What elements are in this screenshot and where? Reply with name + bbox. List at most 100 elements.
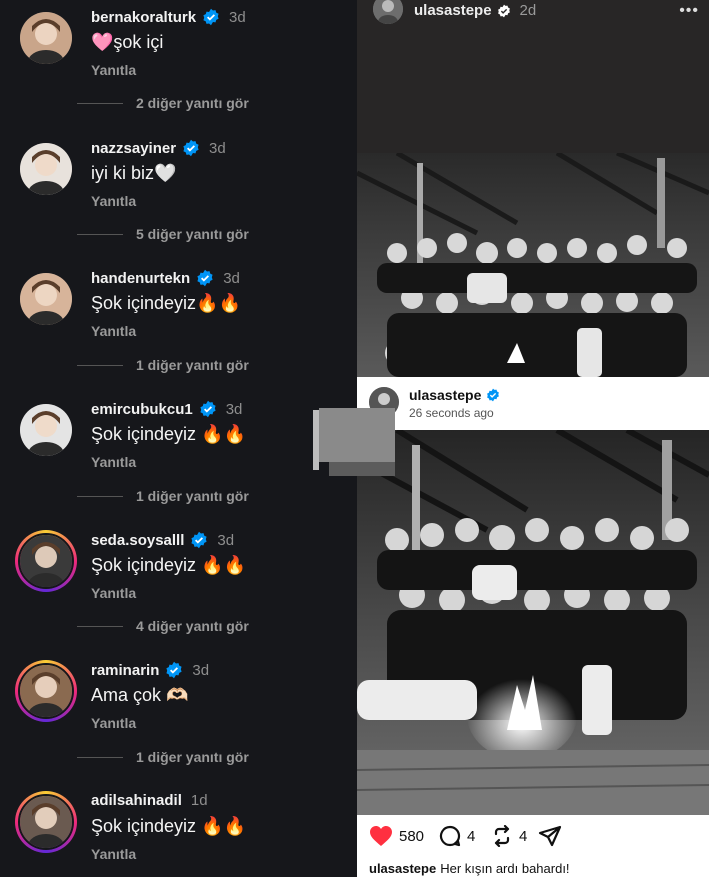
comment-icon xyxy=(439,825,461,847)
comments-panel: bernakoralturk 3d 🩷şok içi Yanıtla 2 diğer y… xyxy=(0,0,357,877)
view-more-replies-label[interactable]: 1 diğer yanıtı gör xyxy=(136,488,249,504)
view-more-replies[interactable]: 4 diğer yanıtı gör xyxy=(0,616,357,636)
verified-icon xyxy=(200,400,216,418)
post-panel: ulasastepe 2d ••• ulasastepe 26 seconds … xyxy=(357,0,709,877)
comment-time: 3d xyxy=(217,531,235,549)
comment-item: adilsahinadil 1d Şok içindeyiz 🔥🔥 Yanıtla xyxy=(0,788,357,868)
reply-button[interactable]: Yanıtla xyxy=(91,454,136,470)
comment-text: 🩷şok içi xyxy=(91,32,164,52)
repost-header: ulasastepe 26 seconds ago xyxy=(357,377,709,430)
view-more-replies-label[interactable]: 2 diğer yanıtı gör xyxy=(136,95,249,111)
repost-count: 4 xyxy=(519,827,528,845)
comment-username[interactable]: seda.soysalll xyxy=(91,532,184,549)
verified-icon xyxy=(191,531,207,549)
comment-username[interactable]: handenurtekn xyxy=(91,270,190,287)
share-button[interactable] xyxy=(538,825,562,847)
post-caption: ulasastepe Her kışın ardı bahardı! xyxy=(369,861,570,876)
redaction-box xyxy=(313,408,395,476)
view-more-replies-label[interactable]: 5 diğer yanıtı gör xyxy=(136,226,249,242)
comment-time: 3d xyxy=(225,400,243,418)
avatar[interactable] xyxy=(20,404,72,456)
like-count: 580 xyxy=(399,827,425,845)
verified-icon xyxy=(183,139,199,157)
comment-username-row[interactable]: bernakoralturk 3d xyxy=(91,8,246,26)
verified-icon xyxy=(487,388,500,402)
verified-icon xyxy=(497,4,510,17)
send-icon xyxy=(538,825,562,847)
divider xyxy=(77,103,123,104)
comment-text: Şok içindeyiz 🔥🔥 xyxy=(91,816,246,836)
caption-text: Her kışın ardı bahardı! xyxy=(440,861,570,876)
like-button[interactable]: 580 xyxy=(369,825,424,847)
comment-time: 3d xyxy=(209,139,226,157)
more-dots-icon[interactable]: ••• xyxy=(679,2,699,20)
comment-username-row[interactable]: emircubukcu1 3d xyxy=(91,400,242,418)
post-header: ulasastepe 2d ••• xyxy=(357,0,709,153)
repost-time: 26 seconds ago xyxy=(409,406,494,420)
verified-icon xyxy=(203,8,219,26)
reply-button[interactable]: Yanıtla xyxy=(91,715,136,731)
caption-username[interactable]: ulasastepe xyxy=(369,861,436,876)
comment-time: 3d xyxy=(192,661,210,679)
avatar[interactable] xyxy=(20,12,72,64)
view-more-replies-label[interactable]: 1 diğer yanıtı gör xyxy=(136,749,249,765)
view-more-replies[interactable]: 5 diğer yanıtı gör xyxy=(0,224,357,244)
reply-button[interactable]: Yanıtla xyxy=(91,585,136,601)
view-more-replies-label[interactable]: 1 diğer yanıtı gör xyxy=(136,357,249,373)
comment-text: Şok içindeyiz🔥🔥 xyxy=(91,293,241,313)
comment-count: 4 xyxy=(467,827,476,845)
comment-item: nazzsayiner 3d iyi ki biz🤍 Yanıtla xyxy=(0,135,357,215)
comment-item: seda.soysalll 3d Şok içindeyiz 🔥🔥 Yanıtla xyxy=(0,527,357,607)
comment-username[interactable]: nazzsayiner xyxy=(91,140,176,157)
avatar[interactable] xyxy=(20,273,72,325)
post-username[interactable]: ulasastepe xyxy=(414,2,492,19)
repost-username-row[interactable]: ulasastepe xyxy=(409,387,500,403)
view-more-replies[interactable]: 1 diğer yanıtı gör xyxy=(0,355,357,375)
comment-item: handenurtekn 3d Şok içindeyiz🔥🔥 Yanıtla xyxy=(0,265,357,345)
comment-button[interactable]: 4 xyxy=(439,825,475,847)
post-time: 2d xyxy=(519,2,537,19)
view-more-replies[interactable]: 1 diğer yanıtı gör xyxy=(0,486,357,506)
avatar[interactable] xyxy=(373,0,403,24)
view-more-replies[interactable]: 2 diğer yanıtı gör xyxy=(0,93,357,113)
reply-button[interactable]: Yanıtla xyxy=(91,62,136,78)
comment-text: Ama çok 🫶🏻 xyxy=(91,685,189,705)
reply-button[interactable]: Yanıtla xyxy=(91,323,136,339)
comment-username-row[interactable]: nazzsayiner 3d xyxy=(91,139,226,157)
view-more-replies-label[interactable]: 4 diğer yanıtı gör xyxy=(136,618,249,634)
reply-button[interactable]: Yanıtla xyxy=(91,193,136,209)
comment-item: raminarin 3d Ama çok 🫶🏻 Yanıtla xyxy=(0,657,357,737)
comment-username-row[interactable]: raminarin 3d xyxy=(91,661,209,679)
comment-username-row[interactable]: seda.soysalll 3d xyxy=(91,531,234,549)
comment-text: Şok içindeyiz 🔥🔥 xyxy=(91,555,246,575)
comment-username[interactable]: bernakoralturk xyxy=(91,9,196,26)
heart-icon xyxy=(370,826,392,846)
divider xyxy=(77,365,123,366)
divider xyxy=(77,234,123,235)
comment-username[interactable]: raminarin xyxy=(91,662,159,679)
comment-time: 3d xyxy=(229,8,246,26)
divider xyxy=(77,757,123,758)
comment-text: Şok içindeyiz 🔥🔥 xyxy=(91,424,246,444)
verified-icon xyxy=(166,661,182,679)
avatar[interactable] xyxy=(15,660,77,722)
repost-icon xyxy=(494,825,510,847)
comment-text: iyi ki biz🤍 xyxy=(91,163,177,183)
comment-username[interactable]: adilsahinadil xyxy=(91,792,182,809)
comment-username-row[interactable]: adilsahinadil 1d xyxy=(91,792,208,809)
group-photo-large[interactable] xyxy=(357,430,709,815)
avatar[interactable] xyxy=(15,530,77,592)
comment-username-row[interactable]: handenurtekn 3d xyxy=(91,269,240,287)
post-actions-bar: 580 4 4 ulasastepe Her kışın ardı bahardı… xyxy=(357,815,709,877)
comment-item: emircubukcu1 3d Şok içindeyiz 🔥🔥 Yanıtla xyxy=(0,396,357,476)
comment-time: 1d xyxy=(190,792,208,809)
view-more-replies[interactable]: 1 diğer yanıtı gör xyxy=(0,747,357,767)
repost-button[interactable]: 4 xyxy=(491,825,527,847)
post-username-row[interactable]: ulasastepe 2d xyxy=(414,2,536,19)
comment-username[interactable]: emircubukcu1 xyxy=(91,401,193,418)
avatar[interactable] xyxy=(20,143,72,195)
avatar[interactable] xyxy=(15,791,77,853)
group-photo[interactable] xyxy=(357,153,709,377)
reply-button[interactable]: Yanıtla xyxy=(91,846,136,862)
repost-username[interactable]: ulasastepe xyxy=(409,387,481,403)
